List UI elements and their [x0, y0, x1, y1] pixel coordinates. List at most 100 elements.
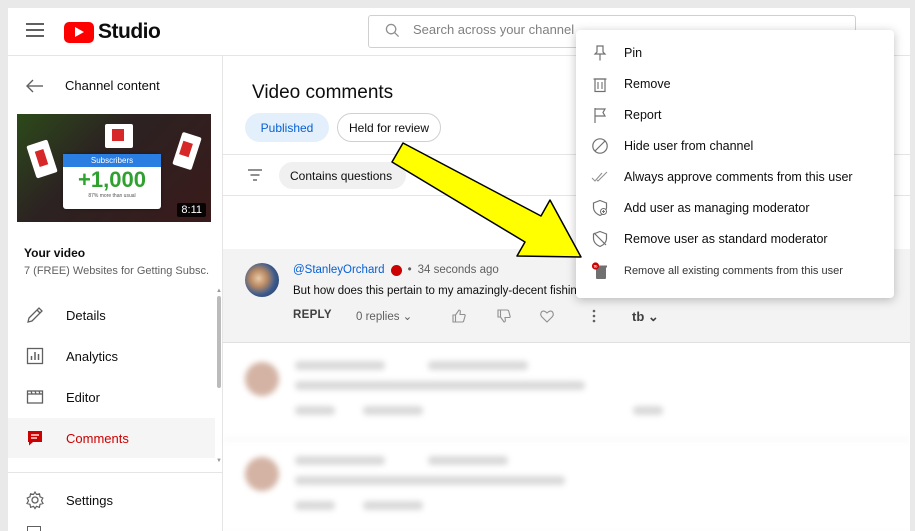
tab-held-for-review[interactable]: Held for review [337, 113, 441, 142]
menu-item-always-approve[interactable]: Always approve comments from this user [576, 161, 894, 192]
feedback-icon[interactable] [27, 526, 41, 531]
blurred-line [295, 501, 335, 510]
video-title: 7 (FREE) Websites for Getting Subsc... [24, 265, 209, 277]
menu-item-label: Pin [624, 45, 643, 60]
comment-meta: @StanleyOrchard • 34 seconds ago [293, 264, 499, 276]
menu-item-hide-user[interactable]: Hide user from channel [576, 130, 894, 161]
sidebar-item-label: Details [66, 307, 106, 323]
sidebar-item-label: Analytics [66, 348, 119, 364]
subscribers-card: Subscribers +1,000 87% more than usual [63, 154, 161, 209]
menu-item-label: Add user as managing moderator [624, 200, 810, 215]
comment-actions: REPLY 0 replies ⌄ tb ⌄ [293, 309, 659, 324]
menu-item-label: Report [624, 107, 662, 122]
thumb-tile-red [112, 129, 124, 141]
blurred-line [428, 456, 508, 465]
block-icon [592, 137, 608, 154]
card-head: Subscribers [63, 154, 161, 167]
tab-published[interactable]: Published [245, 113, 329, 142]
comment-text: But how does this pertain to my amazingl… [293, 285, 584, 297]
sidebar-item-editor[interactable]: Editor [8, 377, 215, 417]
blurred-line [428, 361, 528, 370]
menu-item-label: Remove [624, 76, 671, 91]
card-count: +1,000 [78, 167, 146, 192]
pencil-icon [27, 307, 43, 323]
blurred-line [295, 361, 385, 370]
menu-icon[interactable] [26, 23, 44, 37]
blurred-line [363, 406, 423, 415]
pin-icon [593, 44, 607, 60]
sidebar-item-details[interactable]: Details [8, 295, 215, 335]
tubebuddy-menu[interactable]: tb ⌄ [632, 309, 659, 325]
page-title: Video comments [252, 82, 394, 103]
replies-dropdown[interactable]: 0 replies ⌄ [356, 309, 412, 323]
menu-item-remove[interactable]: Remove [576, 68, 894, 99]
blurred-line [363, 501, 423, 510]
shield-add-icon [592, 199, 608, 216]
menu-item-report[interactable]: Report [576, 99, 894, 130]
blurred-line [295, 406, 335, 415]
card-note: 87% more than usual [88, 193, 136, 199]
sidebar: Channel content Subscribers +1,000 87% m… [8, 56, 223, 531]
thumbs-up-icon[interactable] [451, 308, 467, 324]
comment-author[interactable]: @StanleyOrchard [293, 264, 385, 276]
blurred-line [295, 381, 585, 390]
sidebar-item-label: Editor [66, 389, 100, 405]
menu-item-pin[interactable]: Pin [576, 37, 894, 68]
shield-remove-icon [592, 230, 608, 247]
menu-item-label: Remove all existing comments from this u… [624, 264, 843, 277]
editor-icon [26, 390, 44, 404]
menu-item-add-managing-moderator[interactable]: Add user as managing moderator [576, 192, 894, 223]
video-thumbnail[interactable]: Subscribers +1,000 87% more than usual 8… [17, 114, 211, 222]
back-arrow-icon[interactable] [26, 79, 44, 93]
divider [8, 472, 223, 473]
studio-window: Studio Channel content Subscribers +1,00… [8, 8, 910, 531]
filter-chip-contains-questions[interactable]: Contains questions [279, 162, 407, 189]
trash-icon [593, 77, 607, 92]
svg-text:tb: tb [594, 263, 598, 268]
tubebuddy-trash-icon: tb [591, 261, 607, 279]
logo-text: Studio [98, 20, 161, 43]
sidebar-item-analytics[interactable]: Analytics [8, 336, 215, 376]
comments-icon [28, 431, 42, 446]
flag-icon [594, 107, 607, 123]
chevron-down-icon: ⌄ [402, 311, 413, 323]
gear-icon [26, 490, 44, 510]
comment-time[interactable]: 34 seconds ago [418, 264, 499, 276]
sidebar-item-settings[interactable]: Settings [8, 480, 215, 520]
more-vertical-icon[interactable] [586, 308, 602, 324]
thumbs-down-icon[interactable] [496, 308, 512, 324]
replies-label: 0 replies [356, 311, 400, 323]
blurred-comment-row [223, 346, 910, 440]
blurred-comment-row [223, 441, 910, 531]
sidebar-item-comments[interactable]: Comments [8, 418, 215, 458]
scroll-down-icon[interactable]: ▼ [216, 458, 222, 464]
heart-icon[interactable] [539, 308, 555, 324]
avatar[interactable] [245, 263, 279, 297]
menu-item-remove-standard-moderator[interactable]: Remove user as standard moderator [576, 223, 894, 254]
back-to-channel-content[interactable]: Channel content [26, 78, 160, 93]
tubebuddy-label: tb [632, 309, 645, 324]
filter-chip-label: Contains questions [290, 168, 393, 183]
sidebar-item-label: Settings [66, 492, 113, 508]
comment-options-menu: Pin Remove Report Hide user from channel… [576, 30, 894, 298]
menu-item-label: Hide user from channel [624, 138, 754, 153]
reply-button[interactable]: REPLY [293, 309, 332, 321]
avatar [245, 457, 279, 491]
sidebar-scrollbar[interactable] [217, 296, 221, 388]
studio-logo[interactable]: Studio [64, 20, 161, 44]
menu-item-label: Always approve comments from this user [624, 169, 853, 184]
menu-item-remove-all-comments[interactable]: tb Remove all existing comments from thi… [576, 255, 894, 286]
double-check-icon [591, 171, 608, 182]
scroll-up-icon[interactable]: ▲ [216, 288, 222, 294]
analytics-icon [26, 347, 44, 365]
filter-icon[interactable] [247, 168, 263, 182]
youtube-play-icon [64, 21, 94, 43]
channel-content-label: Channel content [65, 78, 160, 93]
comment-separator: • [407, 264, 412, 276]
your-video-label: Your video [24, 246, 86, 260]
video-duration: 8:11 [177, 203, 206, 217]
sidebar-item-label: Comments [66, 430, 129, 446]
search-icon [385, 23, 400, 38]
blurred-line [295, 456, 385, 465]
blurred-line [633, 406, 663, 415]
